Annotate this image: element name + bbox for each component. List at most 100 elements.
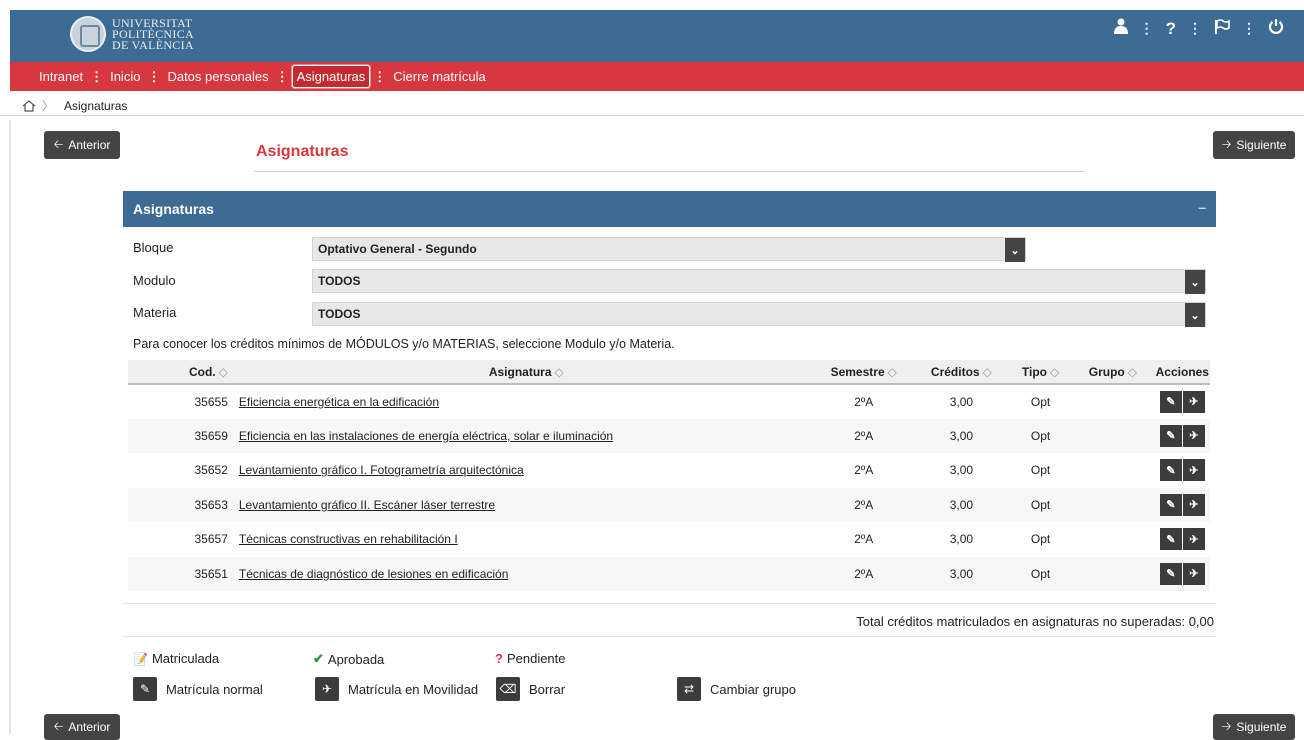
plane-icon[interactable]: ✈ bbox=[1182, 493, 1205, 516]
chevron-right-icon: 〉 bbox=[42, 99, 55, 113]
table-row: 35652 Levantamiento gráfico I. Fotograme… bbox=[128, 453, 1210, 488]
help-icon[interactable]: ? bbox=[1166, 19, 1176, 39]
plane-icon[interactable]: ✈ bbox=[1182, 390, 1205, 413]
header-tipo[interactable]: Tipo ◇ bbox=[1010, 360, 1072, 385]
table-row: 35655 Eficiencia energética en la edific… bbox=[128, 384, 1210, 419]
logo-text: UNIVERSITAT POLITÈCNICA DE VALÈNCIA bbox=[112, 15, 194, 52]
header-semestre[interactable]: Semestre ◇ bbox=[814, 360, 913, 385]
nav-cierre-matricula[interactable]: Cierre matrícula bbox=[389, 66, 489, 87]
title-divider bbox=[254, 171, 1084, 172]
nav-intranet[interactable]: Intranet bbox=[35, 66, 87, 87]
cell-acciones: ✎ ✈ bbox=[1154, 453, 1210, 488]
collapse-icon[interactable]: – bbox=[1198, 199, 1206, 215]
breadcrumb-current[interactable]: Asignaturas bbox=[64, 99, 127, 113]
breadcrumb: 〉 Asignaturas bbox=[0, 96, 1304, 116]
legend-matricula-movilidad: ✈ Matrícula en Movilidad bbox=[315, 677, 478, 701]
next-button-top[interactable]: 🡢 Siguiente bbox=[1213, 131, 1295, 159]
sort-icon: ◇ bbox=[887, 364, 897, 379]
header-grupo[interactable]: Grupo ◇ bbox=[1071, 360, 1155, 385]
pencil-icon[interactable]: ✎ bbox=[1159, 493, 1182, 516]
sort-icon: ◇ bbox=[1050, 364, 1060, 379]
separator-dots: ⋮ bbox=[1242, 20, 1256, 36]
legend-cambiar-grupo: ⇄ Cambiar grupo bbox=[677, 677, 796, 701]
prev-button-bottom[interactable]: 🡠 Anterior bbox=[44, 714, 120, 740]
flag-icon[interactable] bbox=[1214, 18, 1230, 39]
plane-icon[interactable]: ✈ bbox=[1182, 528, 1205, 551]
cell-tipo: Opt bbox=[1010, 522, 1072, 557]
pencil-icon[interactable]: ✎ bbox=[1159, 424, 1182, 447]
university-logo[interactable]: UNIVERSITAT POLITÈCNICA DE VALÈNCIA bbox=[70, 10, 210, 58]
separator-dots: ⋮ bbox=[1188, 20, 1202, 36]
subject-link[interactable]: Técnicas de diagnóstico de lesiones en e… bbox=[239, 567, 509, 581]
cell-semestre: 2ºA bbox=[814, 487, 913, 522]
cell-creditos: 3,00 bbox=[912, 487, 1011, 522]
checkmark-icon: ✔ bbox=[313, 651, 324, 666]
header-asignatura[interactable]: Asignatura ◇ bbox=[237, 360, 815, 385]
main-nav: Intranet ⋮ Inicio ⋮ Datos personales ⋮ A… bbox=[10, 62, 1304, 91]
materia-select[interactable]: TODOS ⌄ bbox=[312, 302, 1206, 327]
pencil-icon[interactable]: ✎ bbox=[1159, 528, 1182, 551]
home-icon[interactable] bbox=[22, 99, 36, 112]
separator-dots: ⋮ bbox=[275, 68, 289, 84]
cell-creditos: 3,00 bbox=[912, 384, 1011, 419]
cell-cod: 35655 bbox=[128, 384, 238, 419]
arrow-left-icon: 🡠 bbox=[53, 718, 64, 733]
cell-acciones: ✎ ✈ bbox=[1154, 487, 1210, 522]
subject-link[interactable]: Técnicas constructivas en rehabilitación… bbox=[239, 532, 458, 546]
nav-datos-personales[interactable]: Datos personales bbox=[163, 66, 272, 87]
cell-creditos: 3,00 bbox=[912, 418, 1011, 453]
table-row: 35657 Técnicas constructivas en rehabili… bbox=[128, 522, 1210, 557]
pencil-icon: ✎ bbox=[133, 677, 157, 701]
separator-dots: ⋮ bbox=[90, 68, 104, 84]
prev-button-top[interactable]: 🡠 Anterior bbox=[44, 131, 120, 159]
cell-cod: 35651 bbox=[128, 556, 238, 591]
separator-dots: ⋮ bbox=[1139, 20, 1154, 36]
subject-link[interactable]: Levantamiento gráfico I. Fotogrametría a… bbox=[239, 463, 524, 477]
chevron-down-icon[interactable]: ⌄ bbox=[1185, 270, 1205, 294]
plane-icon: ✈ bbox=[315, 677, 339, 701]
pencil-icon[interactable]: ✎ bbox=[1159, 562, 1182, 585]
modulo-label: Modulo bbox=[133, 273, 176, 288]
cell-cod: 35653 bbox=[128, 487, 238, 522]
bloque-label: Bloque bbox=[133, 240, 174, 255]
legend-pendiente: ? Pendiente bbox=[495, 651, 566, 666]
next-button-bottom[interactable]: 🡢 Siguiente bbox=[1213, 714, 1295, 740]
plane-icon[interactable]: ✈ bbox=[1182, 562, 1205, 585]
cell-grupo bbox=[1071, 556, 1155, 591]
plane-icon[interactable]: ✈ bbox=[1182, 459, 1205, 482]
subject-link[interactable]: Eficiencia energética en la edificación bbox=[239, 395, 439, 409]
exchange-icon: ⇄ bbox=[677, 677, 701, 701]
power-icon[interactable] bbox=[1268, 18, 1284, 39]
pencil-icon[interactable]: ✎ bbox=[1159, 390, 1182, 413]
legend-matriculada: 📝 Matriculada bbox=[133, 651, 220, 666]
chevron-down-icon[interactable]: ⌄ bbox=[1005, 238, 1025, 262]
subject-link[interactable]: Eficiencia en las instalaciones de energ… bbox=[239, 429, 613, 443]
bloque-select[interactable]: Optativo General - Segundo ⌄ bbox=[312, 237, 1026, 262]
header-acciones: Acciones bbox=[1154, 360, 1210, 385]
header-creditos[interactable]: Créditos ◇ bbox=[912, 360, 1011, 385]
cell-acciones: ✎ ✈ bbox=[1154, 556, 1210, 591]
nav-inicio[interactable]: Inicio bbox=[106, 66, 144, 87]
divider bbox=[123, 636, 1216, 637]
header-cod[interactable]: Cod. ◇ bbox=[128, 360, 238, 385]
cell-asignatura: Técnicas de diagnóstico de lesiones en e… bbox=[237, 556, 815, 591]
cell-cod: 35657 bbox=[128, 522, 238, 557]
sort-icon: ◇ bbox=[982, 364, 992, 379]
user-icon[interactable] bbox=[1113, 18, 1128, 39]
modulo-select[interactable]: TODOS ⌄ bbox=[312, 269, 1206, 294]
cell-creditos: 3,00 bbox=[912, 453, 1011, 488]
cell-semestre: 2ºA bbox=[814, 522, 913, 557]
info-note: Para conocer los créditos mínimos de MÓD… bbox=[133, 337, 675, 351]
total-credits: Total créditos matriculados en asignatur… bbox=[856, 614, 1214, 629]
nav-asignaturas[interactable]: Asignaturas bbox=[291, 65, 371, 88]
left-border bbox=[9, 120, 11, 734]
cell-cod: 35652 bbox=[128, 453, 238, 488]
pencil-icon[interactable]: ✎ bbox=[1159, 459, 1182, 482]
cell-semestre: 2ºA bbox=[814, 453, 913, 488]
chevron-down-icon[interactable]: ⌄ bbox=[1185, 303, 1205, 327]
subject-link[interactable]: Levantamiento gráfico II. Escáner láser … bbox=[239, 498, 495, 512]
cell-asignatura: Eficiencia energética en la edificación bbox=[237, 384, 815, 419]
plane-icon[interactable]: ✈ bbox=[1182, 424, 1205, 447]
cell-acciones: ✎ ✈ bbox=[1154, 418, 1210, 453]
cell-grupo bbox=[1071, 384, 1155, 419]
